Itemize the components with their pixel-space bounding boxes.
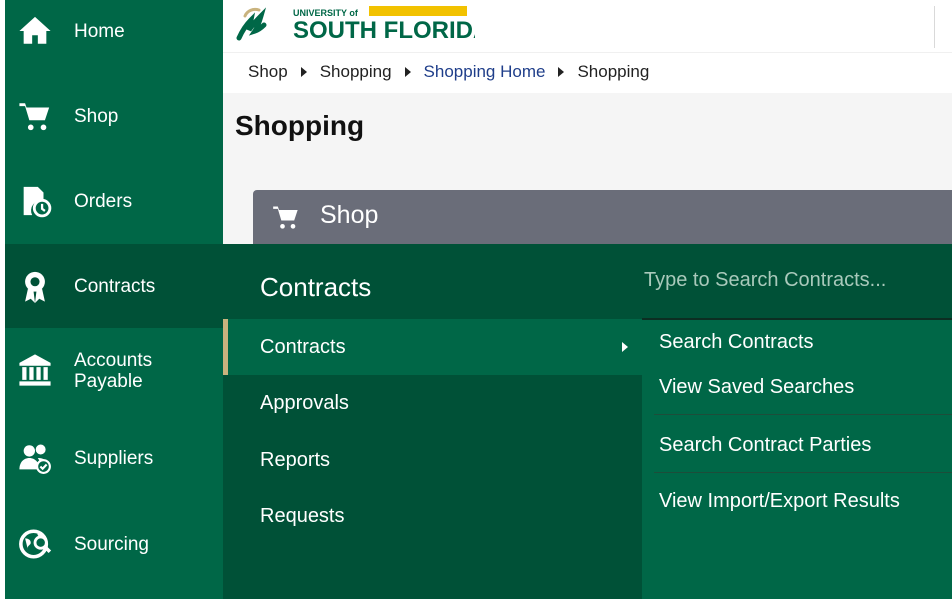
cart-icon (272, 203, 300, 231)
flyout-item-requests[interactable]: Requests (223, 488, 642, 544)
flyout-title: Contracts (260, 272, 372, 302)
sidebar-item-sourcing[interactable]: Sourcing (5, 502, 223, 586)
document-clock-icon (15, 181, 55, 221)
people-check-icon (15, 438, 55, 478)
sidebar-item-label: Orders (74, 191, 133, 212)
breadcrumb-item-shop[interactable]: Shop (248, 62, 288, 82)
flyout-item-label: Approvals (260, 392, 349, 414)
flyout-item-label: Contracts (260, 336, 346, 358)
globe-search-icon (15, 524, 55, 564)
view-saved-searches-link[interactable]: View Saved Searches (659, 376, 854, 399)
flyout-item-reports[interactable]: Reports (223, 432, 642, 488)
sidebar-item-label: Contracts (74, 276, 156, 297)
breadcrumb-item-current: Shopping (577, 62, 650, 81)
sidebar-item-suppliers[interactable]: Suppliers (5, 416, 223, 500)
breadcrumb-bar: Shop Shopping Shopping Home Shopping (223, 52, 952, 94)
sidebar-item-accounts-payable[interactable]: Accounts Payable (5, 328, 223, 412)
sidebar-item-label: Sourcing (74, 534, 149, 555)
top-header: UNIVERSITY of SOUTH FLORIDA (223, 0, 952, 52)
sidebar-item-label: Suppliers (74, 448, 154, 469)
header-divider (934, 6, 935, 48)
usf-logo[interactable]: UNIVERSITY of SOUTH FLORIDA (235, 4, 475, 46)
breadcrumb-separator-icon (404, 67, 411, 77)
sidebar-item-shop[interactable]: Shop (5, 74, 223, 158)
sidebar-item-home[interactable]: Home (5, 0, 223, 62)
page-title: Shopping (235, 110, 365, 141)
contracts-flyout-menu: Contracts Contracts Approvals Reports Re… (223, 244, 642, 599)
submenu-arrow-icon (622, 342, 628, 352)
sidebar-item-label: Shop (74, 106, 119, 127)
breadcrumb-item-shopping-home[interactable]: Shopping Home (424, 62, 546, 82)
flyout-item-label: Requests (260, 505, 345, 527)
main-content: Shopping Shop (223, 93, 952, 244)
breadcrumb-separator-icon (300, 67, 307, 77)
cart-icon (15, 96, 55, 136)
submenu-divider (654, 414, 952, 415)
breadcrumb: Shop Shopping Shopping Home Shopping (248, 62, 649, 82)
flyout-item-contracts[interactable]: Contracts (223, 319, 642, 375)
home-icon (15, 11, 55, 51)
view-import-export-results-link[interactable]: View Import/Export Results (659, 490, 900, 513)
search-contracts-link[interactable]: Search Contracts (659, 331, 814, 354)
sidebar-item-orders[interactable]: Orders (5, 159, 223, 243)
submenu-divider (654, 472, 952, 473)
logo-name-text: SOUTH FLORIDA (293, 17, 475, 44)
contracts-submenu: Search Contracts View Saved Searches Sea… (642, 244, 952, 599)
bank-icon (15, 350, 55, 390)
search-container (642, 244, 952, 320)
award-ribbon-icon (15, 266, 55, 306)
search-contracts-input[interactable] (642, 262, 944, 298)
flyout-item-approvals[interactable]: Approvals (223, 375, 642, 431)
breadcrumb-separator-icon (558, 67, 565, 77)
sidebar-item-label: Home (74, 21, 125, 42)
flyout-item-label: Reports (260, 449, 331, 471)
search-contract-parties-link[interactable]: Search Contract Parties (659, 434, 871, 457)
sidebar-nav: Home Shop Orders Contracts Accounts Paya… (5, 0, 223, 599)
sidebar-item-label: Accounts Payable (74, 350, 153, 392)
breadcrumb-item-shopping[interactable]: Shopping (320, 62, 392, 82)
shop-panel-header[interactable]: Shop (253, 190, 952, 244)
shop-panel-title: Shop (320, 201, 379, 229)
sidebar-item-contracts[interactable]: Contracts (5, 244, 223, 328)
